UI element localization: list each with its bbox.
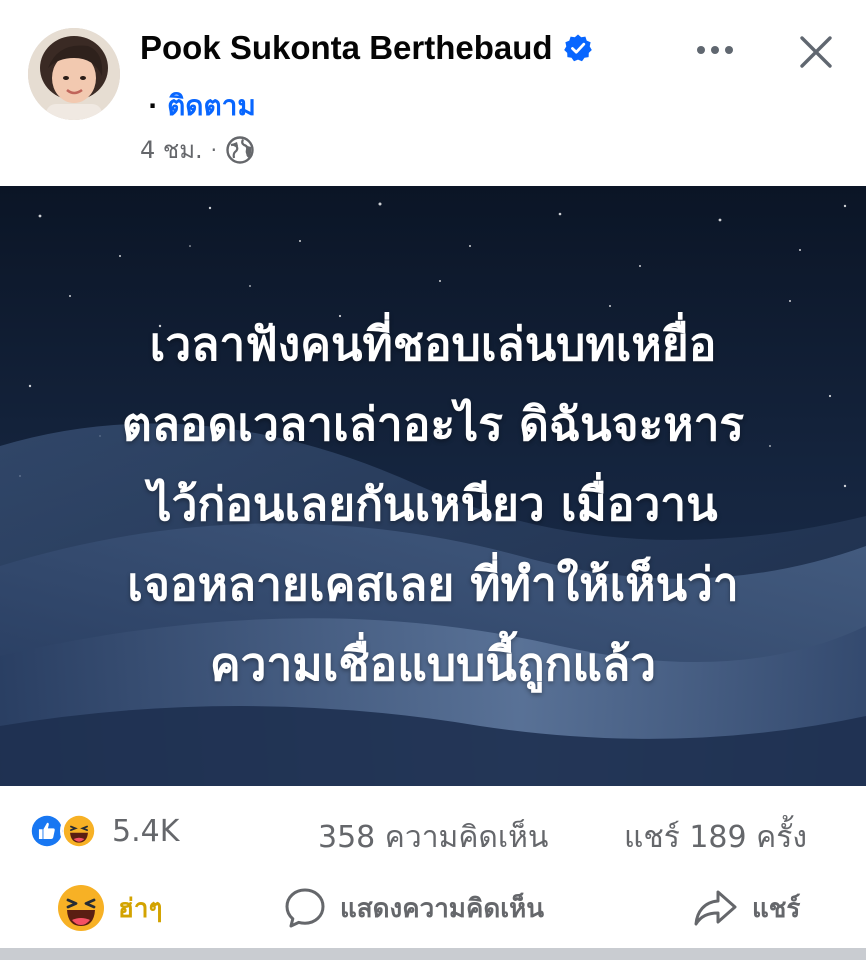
comments-count[interactable]: 358 ความคิดเห็น bbox=[318, 814, 548, 861]
post-header: Pook Sukonta Berthebaud · ติดตาม 4 ชม. · bbox=[0, 0, 866, 186]
post-time[interactable]: 4 ชม. bbox=[140, 130, 203, 169]
engagement-stats: 5.4K 358 ความคิดเห็น แชร์ 189 ครั้ง bbox=[0, 786, 866, 878]
avatar-image bbox=[28, 28, 120, 120]
haha-reaction-icon bbox=[58, 885, 104, 931]
feed-divider bbox=[0, 948, 866, 960]
follow-row: · ติดตาม bbox=[148, 84, 256, 128]
author-avatar[interactable] bbox=[28, 28, 120, 120]
post-text-line: เวลาฟังคนที่ชอบเล่นบทเหยื่อ bbox=[149, 317, 717, 371]
share-label: แชร์ bbox=[752, 893, 801, 924]
comment-label: แสดงความคิดเห็น bbox=[340, 893, 545, 924]
verified-badge-icon bbox=[563, 34, 592, 62]
meta-separator: · bbox=[210, 137, 217, 162]
reaction-icons[interactable] bbox=[28, 812, 98, 850]
author-name-row: Pook Sukonta Berthebaud bbox=[140, 26, 593, 70]
close-icon bbox=[800, 36, 832, 68]
more-options-button[interactable] bbox=[690, 30, 740, 70]
reactions-count[interactable]: 5.4K bbox=[112, 814, 179, 849]
share-button[interactable]: แชร์ bbox=[692, 878, 800, 938]
comment-button[interactable]: แสดงความคิดเห็น bbox=[282, 878, 544, 938]
post-meta: 4 ชม. · bbox=[140, 130, 255, 169]
post-text-line: เจอหลายเคสเลย ที่ทำให้เห็นว่า bbox=[127, 557, 739, 611]
action-bar: ฮ่าๆ แสดงความคิดเห็น แชร์ bbox=[0, 872, 866, 944]
share-icon bbox=[694, 890, 737, 926]
globe-icon[interactable] bbox=[225, 135, 255, 165]
post-text: เวลาฟังคนที่ชอบเล่นบทเหยื่อ ตลอดเวลาเล่า… bbox=[40, 304, 826, 704]
more-options-icon bbox=[697, 46, 733, 54]
close-button[interactable] bbox=[792, 28, 840, 76]
post-text-line: ตลอดเวลาเล่าอะไร ดิฉันจะหาร bbox=[121, 397, 745, 451]
comment-icon bbox=[285, 888, 325, 928]
react-label: ฮ่าๆ bbox=[118, 893, 163, 924]
post-text-line: ความเชื่อแบบนี้ถูกแล้ว bbox=[209, 637, 657, 691]
shares-count[interactable]: แชร์ 189 ครั้ง bbox=[624, 814, 807, 861]
post-text-line: ไว้ก่อนเลยกันเหนียว เมื่อวาน bbox=[148, 477, 718, 531]
follow-separator: · bbox=[148, 92, 158, 120]
post-image[interactable]: เวลาฟังคนที่ชอบเล่นบทเหยื่อ ตลอดเวลาเล่า… bbox=[0, 186, 866, 786]
follow-button[interactable]: ติดตาม bbox=[167, 84, 256, 128]
author-name[interactable]: Pook Sukonta Berthebaud bbox=[140, 29, 553, 67]
haha-reaction-icon bbox=[60, 812, 98, 850]
react-button[interactable]: ฮ่าๆ bbox=[56, 878, 162, 938]
